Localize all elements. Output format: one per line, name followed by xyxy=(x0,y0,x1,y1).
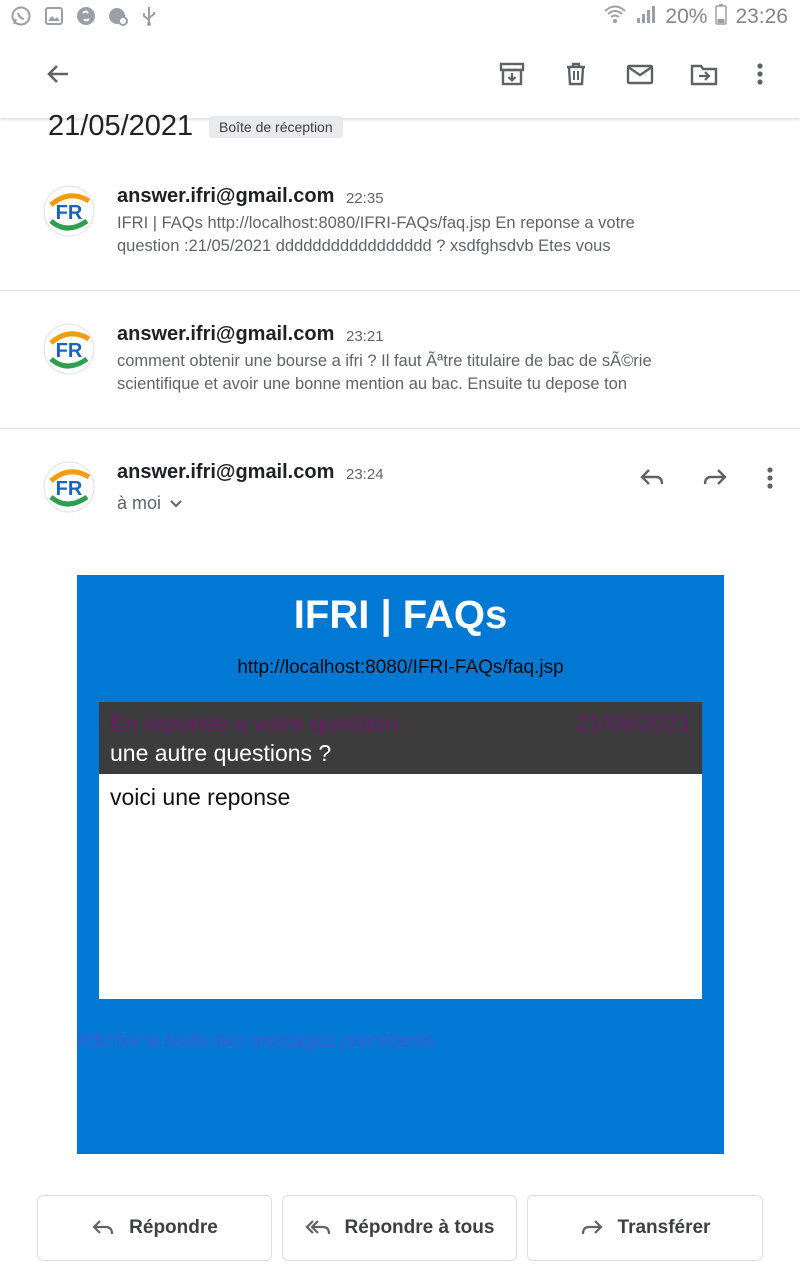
move-folder-icon xyxy=(690,64,718,86)
reply-all-button[interactable]: Répondre à tous xyxy=(282,1195,517,1261)
snippet-line: question :21/05/2021 ddddddddddddddddd ?… xyxy=(117,237,611,255)
divider xyxy=(0,290,800,291)
usb-icon xyxy=(138,5,160,27)
reply-icon xyxy=(640,469,664,485)
ifri-logo-icon: FR xyxy=(43,461,95,513)
delete-button[interactable] xyxy=(556,54,596,94)
forward-icon xyxy=(581,1220,603,1235)
clock: 23:26 xyxy=(735,5,788,28)
reply-icon-button[interactable] xyxy=(632,458,672,498)
sender-name: answer.ifri@gmail.com xyxy=(117,185,335,207)
forward-button-label: Transférer xyxy=(617,1217,711,1238)
snippet-line: IFRI | FAQs http://localhost:8080/IFRI-F… xyxy=(117,214,635,232)
message-expanded-header: FR answer.ifri@gmail.com 23:24 à moi xyxy=(0,446,800,526)
status-bar: 20% 23:26 xyxy=(0,0,800,34)
question-header: En reponse a votre question : 21/05/2021… xyxy=(99,702,702,774)
message-collapsed-2[interactable]: FR answer.ifri@gmail.com 23:21 comment o… xyxy=(0,308,800,428)
whatsapp-icon xyxy=(10,5,32,27)
mail-icon xyxy=(626,64,654,85)
mark-unread-button[interactable] xyxy=(620,54,660,94)
recipient-label: à moi xyxy=(117,493,162,513)
answer-box: voici une reponse xyxy=(99,774,702,999)
archive-button[interactable] xyxy=(492,54,532,94)
forward-icon-button[interactable] xyxy=(695,458,735,498)
svg-text:FR: FR xyxy=(56,478,83,500)
snippet-line: scientifique et avoir une bonne mention … xyxy=(117,375,628,393)
message-time: 22:35 xyxy=(346,190,384,207)
shazam-icon xyxy=(75,5,97,27)
message-more-button[interactable] xyxy=(752,458,788,498)
question-date: 21/05/2021 xyxy=(575,710,691,736)
back-button[interactable] xyxy=(38,54,78,94)
snippet-line: comment obtenir une bourse a ifri ? Il f… xyxy=(117,352,652,370)
message-collapsed-1[interactable]: FR answer.ifri@gmail.com 22:35 IFRI | FA… xyxy=(0,170,800,290)
more-vert-icon xyxy=(767,467,773,489)
ifri-logo-icon: FR xyxy=(43,185,95,237)
sender-avatar[interactable]: FR xyxy=(43,185,95,237)
sender-avatar[interactable]: FR xyxy=(43,323,95,375)
wifi-icon xyxy=(603,3,627,31)
battery-icon xyxy=(715,3,728,31)
reply-button[interactable]: Répondre xyxy=(37,1195,272,1261)
chevron-down-icon xyxy=(170,499,182,507)
app-notification-icon xyxy=(107,5,129,27)
show-previous-link[interactable]: Afficher le texte des messages précédent… xyxy=(77,1031,435,1053)
message-time: 23:21 xyxy=(346,328,384,345)
sender-name: answer.ifri@gmail.com xyxy=(117,461,335,483)
message-snippet: IFRI | FAQs http://localhost:8080/IFRI-F… xyxy=(117,212,757,258)
email-body-card: IFRI | FAQs http://localhost:8080/IFRI-F… xyxy=(77,575,724,1154)
forward-icon xyxy=(703,469,727,485)
inbox-label-chip[interactable]: Boîte de réception xyxy=(209,116,343,138)
answer-text: voici une reponse xyxy=(110,784,291,810)
svg-text:FR: FR xyxy=(56,202,83,224)
message-snippet: comment obtenir une bourse a ifri ? Il f… xyxy=(117,350,757,396)
gallery-icon xyxy=(43,5,65,27)
reply-icon xyxy=(92,1220,114,1235)
reply-button-label: Répondre xyxy=(129,1217,218,1238)
question-intro: En reponse a votre question : xyxy=(110,710,411,736)
archive-icon xyxy=(499,62,525,86)
status-right: 20% 23:26 xyxy=(603,4,788,30)
move-to-button[interactable] xyxy=(684,54,724,94)
ifri-logo-icon: FR xyxy=(43,323,95,375)
back-arrow-icon xyxy=(47,65,68,83)
trash-icon xyxy=(567,62,585,86)
battery-percent: 20% xyxy=(665,5,708,28)
message-time: 23:24 xyxy=(346,466,384,483)
thread-subject: 21/05/2021 xyxy=(48,110,194,142)
recipient-details-toggle[interactable]: à moi xyxy=(117,493,183,514)
svg-text:FR: FR xyxy=(56,340,83,362)
reply-all-icon xyxy=(304,1220,330,1235)
email-title: IFRI | FAQs xyxy=(293,593,508,637)
reply-all-button-label: Répondre à tous xyxy=(344,1217,495,1238)
forward-button[interactable]: Transférer xyxy=(527,1195,763,1261)
more-options-button[interactable] xyxy=(740,54,780,94)
sender-name: answer.ifri@gmail.com xyxy=(117,323,335,345)
signal-icon xyxy=(635,3,657,31)
app-bar xyxy=(0,34,800,118)
question-text: une autre questions ? xyxy=(110,740,332,766)
sender-avatar[interactable]: FR xyxy=(43,461,95,513)
more-vert-icon xyxy=(757,63,763,85)
divider xyxy=(0,428,800,429)
faq-link[interactable]: http://localhost:8080/IFRI-FAQs/faq.jsp xyxy=(77,657,724,679)
